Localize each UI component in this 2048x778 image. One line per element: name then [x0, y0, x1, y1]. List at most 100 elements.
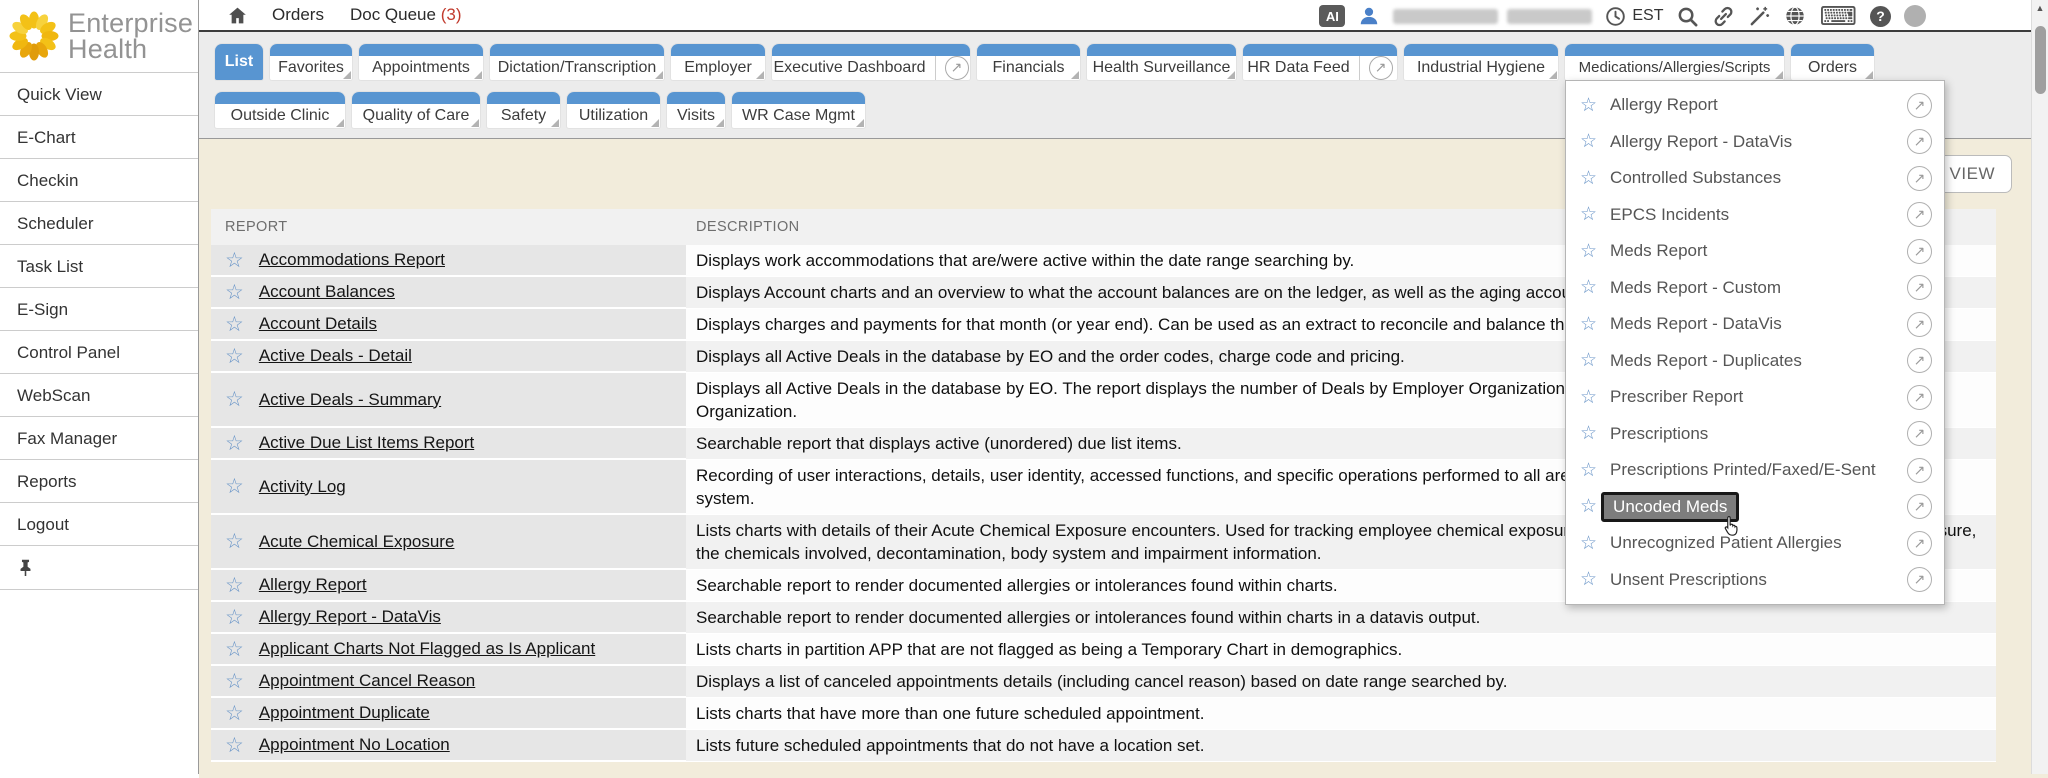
avatar-circle[interactable] — [1904, 5, 1926, 27]
help-icon[interactable]: ? — [1870, 6, 1891, 27]
external-link-icon[interactable]: ↗ — [1907, 494, 1932, 519]
menu-item-controlled-substances[interactable]: ☆ Controlled Substances ↗ — [1566, 160, 1944, 197]
report-link-active-due-list-items-report[interactable]: Active Due List Items Report — [259, 433, 474, 453]
report-link-active-deals-detail[interactable]: Active Deals - Detail — [259, 346, 412, 366]
tab-industrial-hygiene[interactable]: Industrial Hygiene — [1404, 44, 1558, 80]
menu-item-meds-report-custom[interactable]: ☆ Meds Report - Custom ↗ — [1566, 270, 1944, 307]
report-link-acute-chemical-exposure[interactable]: Acute Chemical Exposure — [259, 532, 455, 552]
external-link-icon[interactable]: ↗ — [1907, 421, 1932, 446]
tab-favorites[interactable]: Favorites — [270, 44, 352, 80]
tab-employer[interactable]: Employer — [671, 44, 765, 80]
favorite-star-icon[interactable]: ☆ — [225, 433, 244, 454]
open-in-new-window[interactable]: ↗ — [935, 56, 969, 80]
tab-hr-data-feed[interactable]: HR Data Feed ↗ — [1243, 44, 1397, 80]
favorite-star-icon[interactable]: ☆ — [225, 575, 244, 596]
menu-item-meds-report-datavis[interactable]: ☆ Meds Report - DataVis ↗ — [1566, 306, 1944, 343]
tab-orders[interactable]: Orders — [1791, 44, 1874, 80]
favorite-star-icon[interactable]: ☆ — [1580, 205, 1597, 224]
tab-outside-clinic[interactable]: Outside Clinic — [215, 92, 345, 128]
tab-safety[interactable]: Safety — [487, 92, 560, 128]
menu-item-unsent-prescriptions[interactable]: ☆ Unsent Prescriptions ↗ — [1566, 562, 1944, 599]
favorite-star-icon[interactable]: ☆ — [1580, 570, 1597, 589]
tab-wr-case-mgmt[interactable]: WR Case Mgmt — [732, 92, 865, 128]
favorite-star-icon[interactable]: ☆ — [225, 250, 244, 271]
favorite-star-icon[interactable]: ☆ — [1580, 315, 1597, 334]
sidebar-item-logout[interactable]: Logout — [0, 502, 198, 545]
favorite-star-icon[interactable]: ☆ — [1580, 242, 1597, 261]
sidebar-item-e-sign[interactable]: E-Sign — [0, 287, 198, 330]
sidebar-item-fax-manager[interactable]: Fax Manager — [0, 416, 198, 459]
favorite-star-icon[interactable]: ☆ — [1580, 96, 1597, 115]
user-icon[interactable] — [1358, 5, 1380, 27]
favorite-star-icon[interactable]: ☆ — [225, 389, 244, 410]
vertical-scrollbar[interactable]: ▲ — [2031, 0, 2048, 774]
tab-utilization[interactable]: Utilization — [567, 92, 660, 128]
tab-health-surveillance[interactable]: Health Surveillance — [1087, 44, 1236, 80]
favorite-star-icon[interactable]: ☆ — [225, 607, 244, 628]
link-icon[interactable] — [1712, 5, 1735, 28]
report-link-account-details[interactable]: Account Details — [259, 314, 377, 334]
keyboard-icon[interactable]: ⌨ — [1819, 6, 1857, 26]
report-link-appointment-duplicate[interactable]: Appointment Duplicate — [259, 703, 430, 723]
menu-item-meds-report-duplicates[interactable]: ☆ Meds Report - Duplicates ↗ — [1566, 343, 1944, 380]
favorite-star-icon[interactable]: ☆ — [1580, 351, 1597, 370]
external-link-icon[interactable]: ↗ — [1907, 129, 1932, 154]
menu-item-allergy-report-datavis[interactable]: ☆ Allergy Report - DataVis ↗ — [1566, 124, 1944, 161]
report-link-account-balances[interactable]: Account Balances — [259, 282, 395, 302]
external-link-icon[interactable]: ↗ — [1907, 385, 1932, 410]
sidebar-item-checkin[interactable]: Checkin — [0, 158, 198, 201]
report-link-accommodations-report[interactable]: Accommodations Report — [259, 250, 445, 270]
breadcrumb-orders[interactable]: Orders — [272, 5, 324, 25]
external-link-icon[interactable]: ↗ — [1907, 275, 1932, 300]
scrollbar-thumb[interactable] — [2035, 26, 2046, 94]
report-link-allergy-report-datavis[interactable]: Allergy Report - DataVis — [259, 607, 441, 627]
ai-badge[interactable]: AI — [1319, 5, 1345, 27]
report-link-active-deals-summary[interactable]: Active Deals - Summary — [259, 390, 441, 410]
favorite-star-icon[interactable]: ☆ — [1580, 534, 1597, 553]
sidebar-item-control-panel[interactable]: Control Panel — [0, 330, 198, 373]
favorite-star-icon[interactable]: ☆ — [1580, 132, 1597, 151]
favorite-star-icon[interactable]: ☆ — [225, 703, 244, 724]
clock-icon[interactable] — [1605, 6, 1626, 27]
external-link-icon[interactable]: ↗ — [1907, 312, 1932, 337]
report-link-appointment-cancel-reason[interactable]: Appointment Cancel Reason — [259, 671, 475, 691]
favorite-star-icon[interactable]: ☆ — [225, 639, 244, 660]
favorite-star-icon[interactable]: ☆ — [225, 314, 244, 335]
open-in-new-window[interactable]: ↗ — [1359, 56, 1393, 80]
external-link-icon[interactable]: ↗ — [1907, 93, 1932, 118]
favorite-star-icon[interactable]: ☆ — [225, 531, 244, 552]
menu-item-allergy-report[interactable]: ☆ Allergy Report ↗ — [1566, 87, 1944, 124]
report-link-appointment-no-location[interactable]: Appointment No Location — [259, 735, 450, 755]
globe-icon[interactable] — [1784, 5, 1806, 27]
menu-item-prescriptions-printed-faxed-e-sent[interactable]: ☆ Prescriptions Printed/Faxed/E-Sent ↗ — [1566, 452, 1944, 489]
external-link-icon[interactable]: ↗ — [1907, 239, 1932, 264]
external-link-icon[interactable]: ↗ — [1907, 202, 1932, 227]
menu-item-meds-report[interactable]: ☆ Meds Report ↗ — [1566, 233, 1944, 270]
favorite-star-icon[interactable]: ☆ — [225, 346, 244, 367]
menu-item-prescriptions[interactable]: ☆ Prescriptions ↗ — [1566, 416, 1944, 453]
favorite-star-icon[interactable]: ☆ — [1580, 169, 1597, 188]
menu-item-uncoded-meds[interactable]: ☆ Uncoded Meds ↗ — [1566, 489, 1944, 526]
favorite-star-icon[interactable]: ☆ — [1580, 461, 1597, 480]
favorite-star-icon[interactable]: ☆ — [1580, 278, 1597, 297]
tab-appointments[interactable]: Appointments — [359, 44, 483, 80]
favorite-star-icon[interactable]: ☆ — [1580, 497, 1597, 516]
sidebar-item-webscan[interactable]: WebScan — [0, 373, 198, 416]
sidebar-item-scheduler[interactable]: Scheduler — [0, 201, 198, 244]
tab-medications-allergies-scripts[interactable]: Medications/Allergies/Scripts — [1565, 44, 1784, 80]
sidebar-pin-row[interactable] — [0, 546, 198, 590]
menu-item-unrecognized-patient-allergies[interactable]: ☆ Unrecognized Patient Allergies ↗ — [1566, 525, 1944, 562]
favorite-star-icon[interactable]: ☆ — [225, 735, 244, 756]
sidebar-item-e-chart[interactable]: E-Chart — [0, 115, 198, 158]
tab-quality-of-care[interactable]: Quality of Care — [352, 92, 480, 128]
external-link-icon[interactable]: ↗ — [1907, 458, 1932, 483]
breadcrumb-doc-queue[interactable]: Doc Queue (3) — [350, 5, 462, 25]
menu-item-prescriber-report[interactable]: ☆ Prescriber Report ↗ — [1566, 379, 1944, 416]
search-icon[interactable] — [1676, 5, 1699, 28]
menu-item-epcs-incidents[interactable]: ☆ EPCS Incidents ↗ — [1566, 197, 1944, 234]
favorite-star-icon[interactable]: ☆ — [225, 476, 244, 497]
favorite-star-icon[interactable]: ☆ — [1580, 388, 1597, 407]
favorite-star-icon[interactable]: ☆ — [225, 282, 244, 303]
external-link-icon[interactable]: ↗ — [1907, 567, 1932, 592]
tab-financials[interactable]: Financials — [977, 44, 1080, 80]
